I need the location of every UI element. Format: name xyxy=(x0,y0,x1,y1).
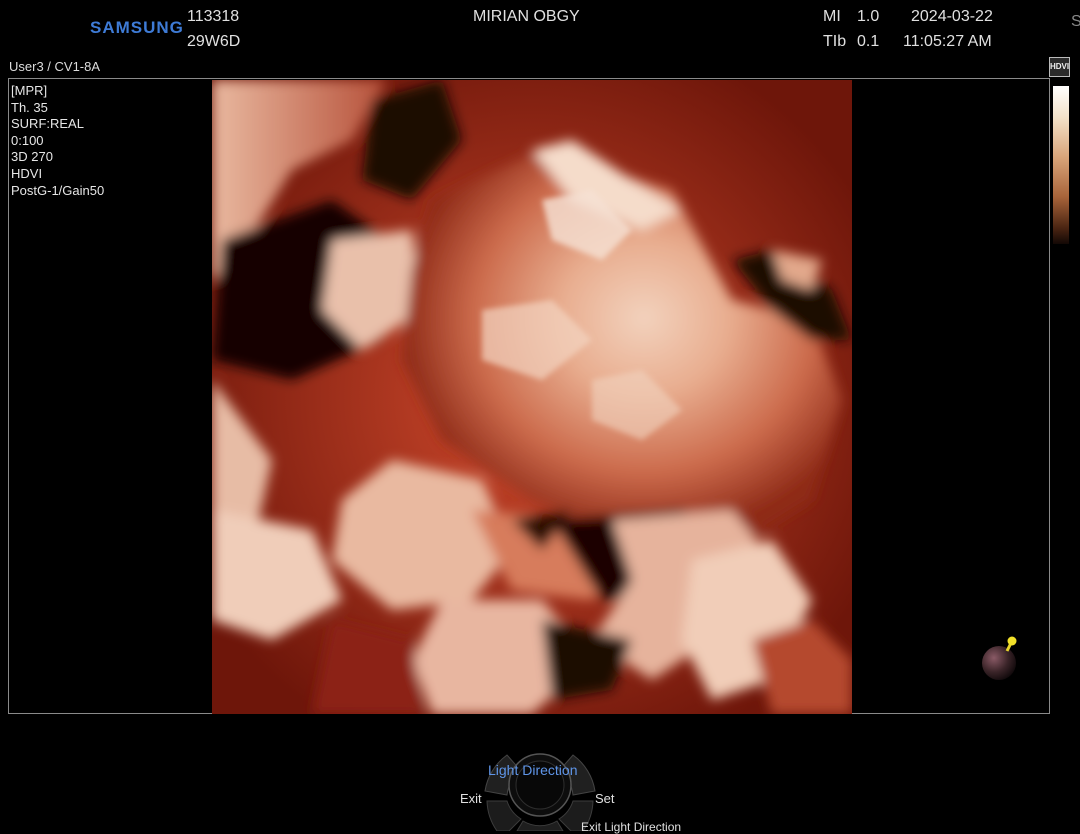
patient-id: 113318 xyxy=(187,8,240,25)
3d-render-image[interactable] xyxy=(212,80,852,714)
institution-name: MIRIAN OBGY xyxy=(473,8,580,25)
tib-label: TIb xyxy=(823,33,847,50)
tib-value: 0.1 xyxy=(857,33,880,50)
exit-light-direction-label[interactable]: Exit Light Direction xyxy=(581,820,681,834)
info-line: [MPR] xyxy=(11,83,48,98)
trackball-dial-icon[interactable] xyxy=(483,745,597,831)
mi-value: 1.0 xyxy=(857,8,880,25)
info-line: 3D 270 xyxy=(11,149,53,165)
exit-label[interactable]: Exit xyxy=(460,791,482,806)
edge-letter: S xyxy=(1071,13,1080,30)
grayscale-bar xyxy=(1053,86,1069,244)
info-line: PostG-1/Gain50 xyxy=(11,182,105,198)
info-line: SURF:REAL xyxy=(11,116,84,132)
hdvi-icon: HDVI xyxy=(1049,57,1070,77)
set-label[interactable]: Set xyxy=(595,791,615,806)
info-line: HDVI xyxy=(11,165,43,181)
brand-logo: SAMSUNG xyxy=(90,18,184,37)
info-line: Th. 35 xyxy=(11,99,48,115)
mi-label: MI xyxy=(823,8,841,25)
exam-date: 2024-03-22 xyxy=(911,8,993,25)
info-line: 0:100 xyxy=(11,132,44,148)
preset-label: User3 / CV1-8A xyxy=(9,59,101,74)
light-direction-icon[interactable] xyxy=(978,634,1022,682)
acquisition-info: [MPR] Th. 35 SURF:REAL 0:100 3D 270 HDVI… xyxy=(11,83,104,199)
light-direction-label[interactable]: Light Direction xyxy=(488,762,578,778)
gestational-age: 29W6D xyxy=(187,33,241,50)
exam-time: 11:05:27 AM xyxy=(903,33,992,50)
